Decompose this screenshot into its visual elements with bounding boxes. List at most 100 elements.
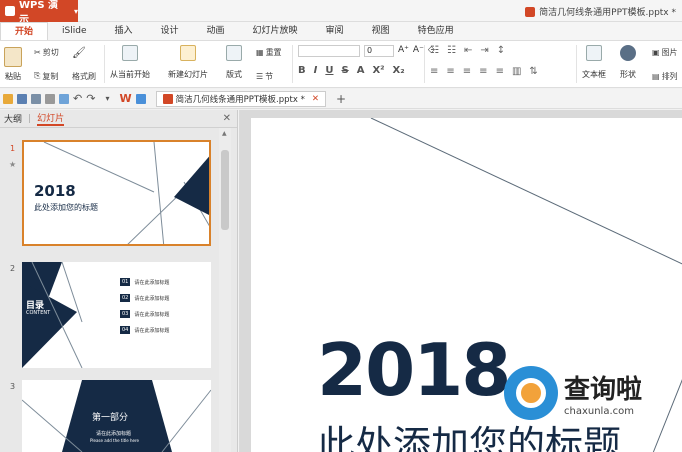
copy-label: 复制 xyxy=(42,71,59,81)
shape-button[interactable]: 形状 xyxy=(620,45,636,80)
slide-thumbnail-3[interactable]: 第一部分 请在此添加标题 Please add the title here xyxy=(22,380,211,452)
wps-home-icon[interactable]: W xyxy=(119,92,131,105)
panel-tabs: 大纲 | 幻灯片 xyxy=(0,110,237,128)
tab-view[interactable]: 视图 xyxy=(358,22,404,40)
increase-indent-icon[interactable]: ⇥ xyxy=(480,45,488,56)
numbering-icon[interactable]: ☷ xyxy=(447,45,456,56)
line-spacing-icon[interactable]: ↕ xyxy=(497,45,505,56)
document-title-text: 简洁几何线条通用PPT模板.pptx * xyxy=(539,8,676,18)
tab-outline[interactable]: 大纲 xyxy=(4,112,22,125)
print-icon[interactable] xyxy=(45,93,55,104)
new-tab-icon[interactable]: + xyxy=(336,92,346,106)
superscript-icon[interactable]: X² xyxy=(372,65,384,76)
save-icon[interactable] xyxy=(17,93,27,104)
tab-design[interactable]: 设计 xyxy=(147,22,193,40)
layout-button[interactable]: 版式 xyxy=(226,45,242,80)
strikethrough-icon[interactable]: S xyxy=(341,65,348,76)
panel-scrollbar[interactable]: ▲ xyxy=(219,128,231,452)
justify-icon[interactable]: ≡ xyxy=(479,66,487,77)
slide-3-sub-en: Please add the title here xyxy=(90,438,139,443)
clipboard-group: ✂ 剪切 ⎘ 复制 xyxy=(34,45,59,83)
tab-features[interactable]: 特色应用 xyxy=(404,22,468,40)
cube-icon[interactable] xyxy=(135,93,146,104)
picture-icon: ▣ xyxy=(652,47,660,57)
arrange-icon: ▤ xyxy=(652,71,660,81)
slide-thumbnail-2[interactable]: 目录 CONTENT 01 请在此添加标题 02 请在此添加标题 03 请在此添… xyxy=(22,262,211,368)
tab-home[interactable]: 开始 xyxy=(0,22,49,40)
tab-insert[interactable]: 插入 xyxy=(100,22,146,40)
align-right-icon[interactable]: ≡ xyxy=(463,66,471,77)
picture-button[interactable]: ▣ 图片 xyxy=(652,45,678,59)
arrange-button[interactable]: ▤ 排列 xyxy=(652,69,678,83)
cut-button[interactable]: ✂ 剪切 xyxy=(34,45,59,59)
item-text: 请在此添加标题 xyxy=(134,327,170,334)
reset-button[interactable]: ▦ 重置 xyxy=(256,45,282,59)
tab-islide[interactable]: iSlide xyxy=(48,22,100,40)
text-direction-icon[interactable]: ⇅ xyxy=(529,66,537,77)
font-color-icon[interactable]: A xyxy=(357,65,365,76)
decrease-indent-icon[interactable]: ⇤ xyxy=(464,45,472,56)
ribbon-divider xyxy=(576,45,577,83)
shrink-font-icon[interactable]: A⁻ xyxy=(413,45,424,57)
font-size-select[interactable]: 0 xyxy=(364,45,394,57)
scrollbar-thumb[interactable] xyxy=(221,150,229,230)
redo-icon[interactable]: ↷ xyxy=(86,92,95,105)
bullets-icon[interactable]: ☷ xyxy=(430,45,439,56)
italic-icon[interactable]: I xyxy=(314,65,318,76)
copy-button[interactable]: ⎘ 复制 xyxy=(34,69,59,83)
section-button[interactable]: ☰ 节 xyxy=(256,69,282,83)
document-tab-label: 简洁几何线条通用PPT模板.pptx * xyxy=(175,94,305,105)
layout-icon xyxy=(226,45,242,61)
align-left-icon[interactable]: ≡ xyxy=(430,66,438,77)
tab-slideshow[interactable]: 幻灯片放映 xyxy=(239,22,312,40)
paragraph-group: ☷ ☷ ⇤ ⇥ ↕ ≡ ≡ ≡ ≡ ≡ ▥ ⇅ xyxy=(430,45,538,77)
from-current-button[interactable]: 从当前开始 xyxy=(110,45,150,80)
item-number: 03 xyxy=(120,310,131,318)
subscript-icon[interactable]: X₂ xyxy=(393,65,405,76)
watermark-logo: 查询啦 chaxunla.com xyxy=(504,363,674,423)
font-family-select[interactable] xyxy=(298,45,360,57)
tab-review[interactable]: 审阅 xyxy=(312,22,358,40)
document-tab[interactable]: 简洁几何线条通用PPT模板.pptx * ✕ xyxy=(155,90,326,107)
section-label: 节 xyxy=(265,71,274,81)
pptx-file-icon xyxy=(525,6,536,17)
print-preview-icon[interactable] xyxy=(59,93,69,104)
brush-icon: 🖌 xyxy=(72,45,86,59)
export-icon[interactable] xyxy=(31,93,41,104)
list-item: 04 请在此添加标题 xyxy=(120,326,169,334)
undo-icon[interactable]: ↶ xyxy=(73,92,82,105)
columns-icon[interactable]: ▥ xyxy=(512,66,521,77)
slide-3-sub: 请在此添加标题 xyxy=(96,431,132,437)
tab-animation[interactable]: 动画 xyxy=(193,22,239,40)
shape-icon xyxy=(620,45,636,61)
tab-slides[interactable]: 幻灯片 xyxy=(37,111,65,126)
align-center-icon[interactable]: ≡ xyxy=(446,66,454,77)
item-number: 02 xyxy=(120,294,131,302)
bold-icon[interactable]: B xyxy=(298,65,306,76)
slide-2-geometry xyxy=(22,262,83,368)
open-folder-icon[interactable] xyxy=(3,93,13,104)
reset-icon: ▦ xyxy=(256,47,264,57)
underline-icon[interactable]: U xyxy=(325,65,333,76)
text-box-icon xyxy=(586,45,602,61)
close-icon[interactable]: ✕ xyxy=(223,113,231,124)
slide-1-year: 2018 xyxy=(34,182,76,200)
slide-thumbnail-1[interactable]: 2018 此处添加您的标题 xyxy=(22,140,211,246)
paste-button[interactable]: 粘贴 xyxy=(4,47,22,82)
text-box-button[interactable]: 文本框 xyxy=(582,45,606,80)
slide-number: 2 xyxy=(10,264,16,273)
picture-arrange-group: ▣ 图片 ▤ 排列 xyxy=(652,45,678,83)
ribbon-tabs: 开始 iSlide 插入 设计 动画 幻灯片放映 审阅 视图 特色应用 xyxy=(0,22,682,40)
close-tab-icon[interactable]: ✕ xyxy=(312,94,319,104)
new-slide-button[interactable]: 新建幻灯片 xyxy=(168,45,208,80)
item-text: 请在此添加标题 xyxy=(134,279,170,286)
scroll-up-icon[interactable]: ▲ xyxy=(222,130,227,137)
chevron-down-icon[interactable]: ▾ xyxy=(105,94,109,103)
slide-2-list: 01 请在此添加标题 02 请在此添加标题 03 请在此添加标题 04 请在此添… xyxy=(120,278,169,334)
format-painter-button[interactable]: 格式刷 xyxy=(72,69,96,83)
quick-access-toolbar: ↶ ↷ ▾ W 简洁几何线条通用PPT模板.pptx * ✕ + xyxy=(0,89,682,109)
grow-font-icon[interactable]: A⁺ xyxy=(398,45,409,57)
distribute-icon[interactable]: ≡ xyxy=(496,66,504,77)
textbox-group: 文本框 xyxy=(582,45,606,80)
app-menu-button[interactable]: WPS 演示 ▾ xyxy=(0,0,78,26)
